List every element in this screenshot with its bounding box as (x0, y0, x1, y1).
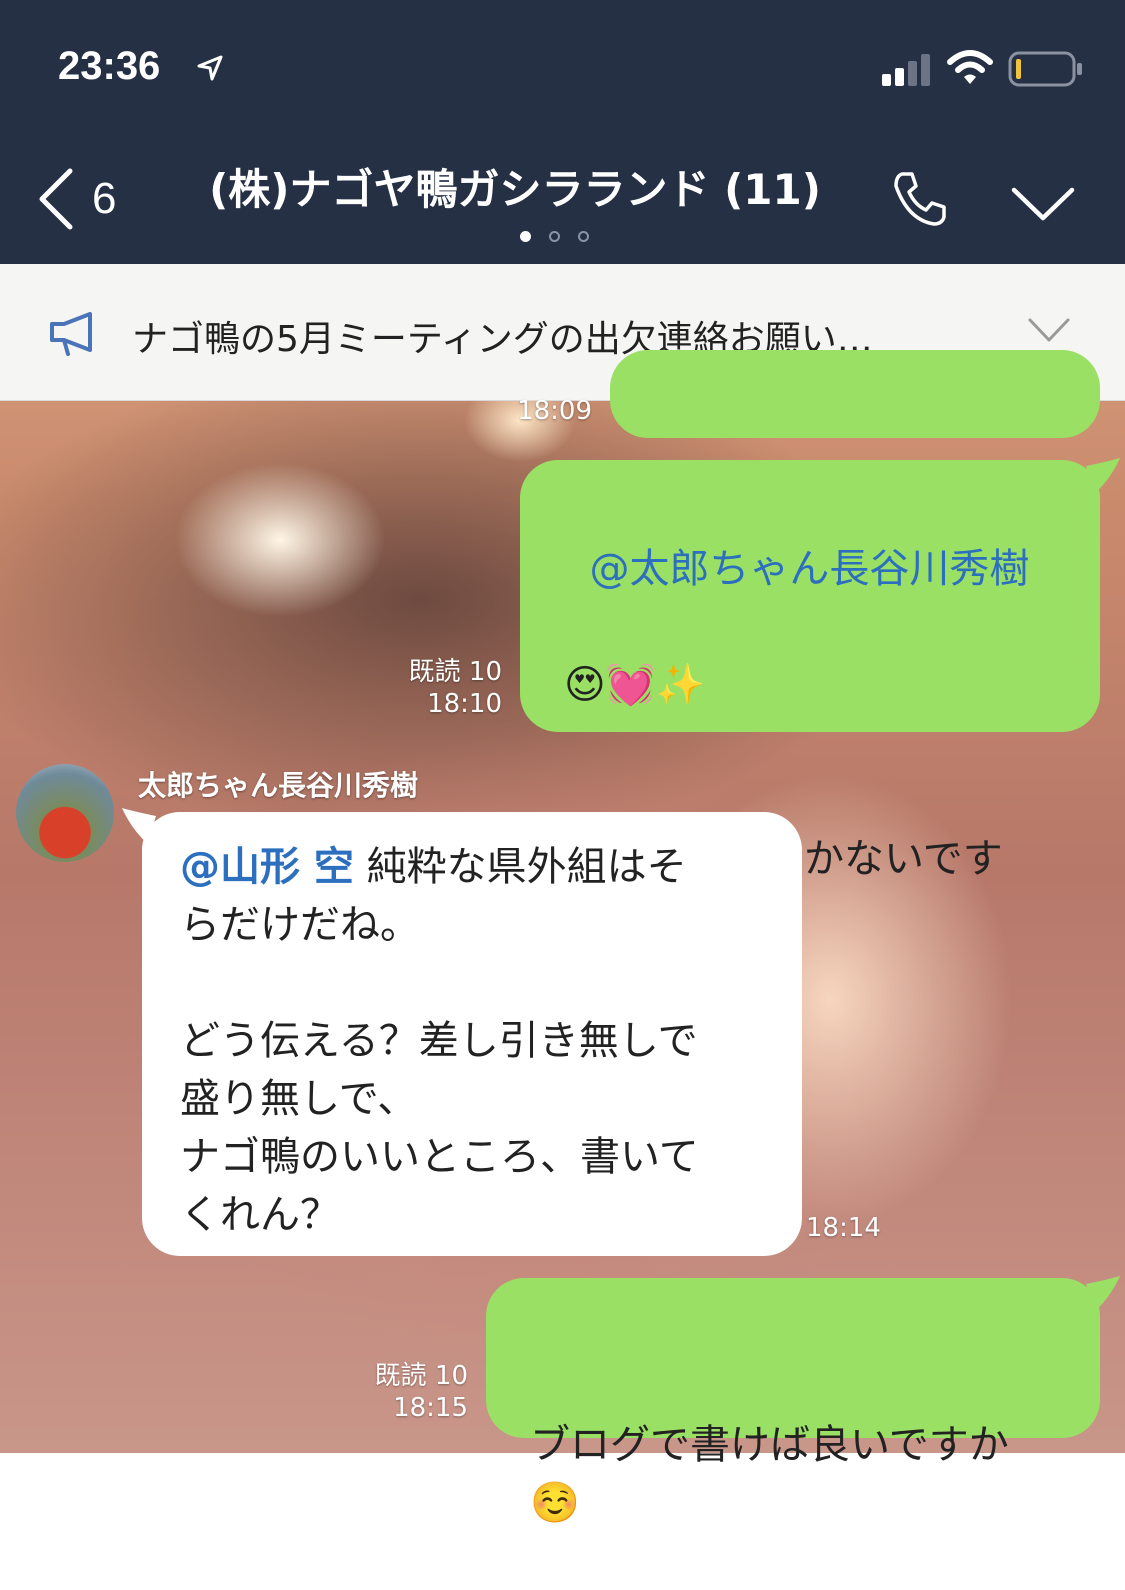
avatar[interactable] (16, 764, 114, 862)
message-time: 18:15 (393, 1393, 468, 1423)
message-bubble-outgoing[interactable]: @太郎ちゃん長谷川秀樹 😍💓✨ ほんと愛でしかないです ね❣️ (520, 460, 1100, 940)
phone-call-icon[interactable] (888, 168, 950, 230)
wifi-icon (947, 50, 993, 84)
mention-link[interactable]: @太郎ちゃん長谷川秀樹 (589, 546, 1029, 592)
megaphone-icon (50, 312, 92, 356)
page-dot (578, 231, 589, 242)
message-text: 純粋な県外組はそ らだけだね。 どう伝える？差し引き無しで 盛り無しで、 ナゴ鴨… (180, 844, 699, 1238)
read-count: 既読 10 (374, 1361, 468, 1391)
read-receipt: 既読 10 18:15 (346, 1360, 468, 1424)
read-receipt: 既読 10 18:10 (380, 656, 502, 720)
read-count: 既読 10 (408, 657, 502, 687)
message-time: 18:10 (427, 689, 502, 719)
page-dot (520, 231, 531, 242)
battery-icon (1008, 51, 1082, 87)
chevron-left-icon (39, 168, 73, 230)
chevron-down-icon[interactable] (1010, 184, 1076, 224)
message-bubble-incoming[interactable]: @山形 空 純粋な県外組はそ らだけだね。 どう伝える？差し引き無しで 盛り無し… (142, 812, 802, 1256)
chat-title[interactable]: (株)ナゴヤ鴨ガシラランド (11) (180, 156, 850, 217)
message-time: 18:09 (517, 396, 592, 426)
message-time: 18:14 (806, 1213, 881, 1243)
page-dot (549, 231, 560, 242)
cellular-signal-icon (882, 54, 930, 86)
message-bubble-partial[interactable] (610, 350, 1100, 438)
status-time: 23:36 (58, 44, 161, 88)
page-indicator (520, 231, 589, 242)
chat-header: 23:36 6 (株)ナゴヤ鴨ガシラランド (11) (0, 0, 1125, 264)
chevron-down-icon[interactable] (1028, 318, 1070, 344)
emoji-line: 😍💓✨ (564, 662, 706, 708)
message-bubble-outgoing[interactable]: ブログで書けば良いですか ☺️ (486, 1278, 1100, 1526)
back-button[interactable]: 6 (36, 162, 146, 236)
bubble-tail (1086, 1276, 1120, 1312)
unread-count: 6 (92, 174, 117, 223)
message-text: ブログで書けば良いですか ☺️ (530, 1422, 1009, 1526)
sender-name: 太郎ちゃん長谷川秀樹 (138, 769, 419, 802)
mention-link[interactable]: @山形 空 (180, 844, 354, 890)
location-arrow-icon (197, 55, 223, 81)
bubble-tail (1086, 458, 1120, 494)
